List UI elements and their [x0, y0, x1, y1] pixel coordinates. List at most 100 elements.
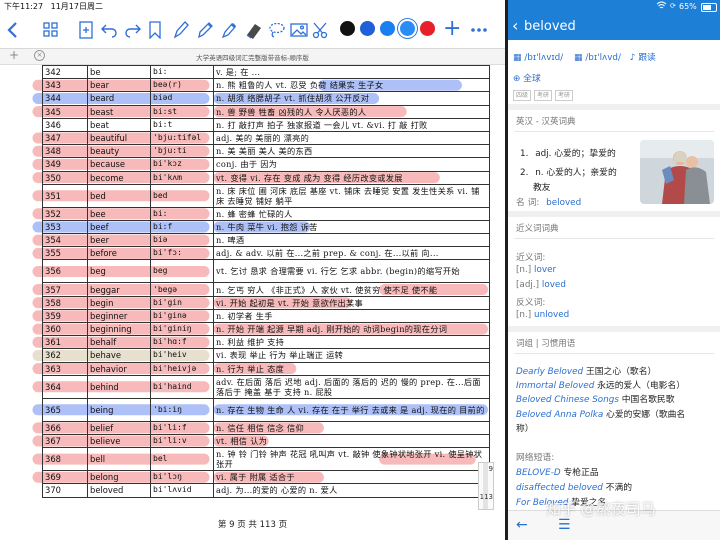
- row-phonetic: bi:: [150, 206, 214, 221]
- row-definition: n. 床 床位 圃 河床 底层 基座 vt. 铺床 去睡觉 安置 发生性关系 v…: [213, 183, 490, 208]
- row-word: behavior: [87, 361, 151, 376]
- color-light-blue-swatch-selected[interactable]: [400, 21, 415, 36]
- web-phrase-zh: 专枪正品: [563, 468, 599, 478]
- row-number: 344: [42, 91, 88, 106]
- mic-icon[interactable]: ♪: [630, 53, 636, 63]
- web-phrase-en[interactable]: BELOVE-D: [516, 468, 561, 478]
- section-title-enzh[interactable]: 英汉 - 汉英词典: [516, 115, 575, 127]
- phonetic-uk[interactable]: /bɪ'lʌvɪd/: [524, 53, 563, 63]
- section-title-phrases[interactable]: 词组 | 习惯用语: [516, 337, 575, 349]
- web-phrases-label: 网络短语:: [516, 453, 555, 463]
- phrase-en[interactable]: Beloved Chinese Songs: [516, 395, 619, 405]
- color-blue-swatch[interactable]: [380, 21, 395, 36]
- pen-tool-icon[interactable]: [172, 19, 190, 41]
- row-phonetic: bel: [150, 447, 214, 472]
- table-row: 369 belong bi'lɔŋ vi. 属于 附属 适合于: [42, 470, 490, 485]
- synonym-link[interactable]: lover: [534, 265, 556, 275]
- row-definition: n. 利益 维护 支持: [213, 335, 490, 350]
- phrase-en[interactable]: Dearly Beloved: [516, 367, 583, 377]
- dictionary-header: ‹ beloved: [508, 14, 720, 40]
- phrase-en[interactable]: Immortal Beloved: [516, 381, 594, 391]
- illustration-image[interactable]: [640, 140, 714, 204]
- list-icon[interactable]: ☰: [558, 517, 571, 533]
- part-of-speech: [adj.]: [516, 280, 540, 290]
- row-word: be: [87, 64, 151, 80]
- row-word: bee: [87, 206, 151, 221]
- row-phonetic: bi'kʌm: [150, 170, 214, 185]
- definition-number: 2.: [520, 168, 529, 178]
- phrase-item[interactable]: Immortal Beloved 永远的爱人（电影名）: [516, 378, 685, 391]
- color-red-swatch[interactable]: [420, 21, 435, 36]
- search-word[interactable]: beloved: [524, 19, 576, 34]
- pencil-tool-icon[interactable]: [196, 19, 214, 41]
- back-chevron-icon[interactable]: ‹: [512, 16, 518, 35]
- web-phrase-item[interactable]: disaffected beloved 不满的: [516, 480, 632, 493]
- marker-tool-icon[interactable]: [220, 19, 238, 41]
- phrase-en[interactable]: Beloved Anna Polka: [516, 410, 603, 420]
- row-word: behind: [87, 374, 151, 399]
- table-row: 367 believe bi'li:v vt. 相信 认为: [42, 433, 490, 449]
- definition-number: 1.: [520, 149, 529, 159]
- noun-link[interactable]: beloved: [546, 198, 581, 208]
- lasso-tool-icon[interactable]: [268, 19, 286, 41]
- row-number: 363: [42, 361, 88, 376]
- row-number: 357: [42, 282, 88, 297]
- image-insert-icon[interactable]: [290, 19, 308, 41]
- add-page-icon[interactable]: [78, 19, 94, 41]
- phonetic-us[interactable]: /bɪ'lʌvd/: [585, 53, 621, 63]
- antonym-link[interactable]: unloved: [534, 310, 569, 320]
- follow-read-button[interactable]: 跟读: [638, 53, 656, 63]
- row-number: 346: [42, 117, 88, 132]
- eraser-tool-icon[interactable]: [244, 19, 264, 41]
- more-options-icon[interactable]: [470, 19, 488, 41]
- row-definition: v. 是; 在 ...: [213, 64, 490, 80]
- document-tab-bar: + × 大学英语四级词汇完整版带音标-顺序版: [0, 48, 505, 65]
- antonym-item[interactable]: [n.] unloved: [516, 310, 569, 320]
- row-word: beat: [87, 117, 151, 132]
- row-word: beg: [87, 259, 151, 284]
- row-definition: adj. 为...的爱的 心爱的 n. 爱人: [213, 483, 490, 498]
- row-phonetic: 'bju:ti: [150, 144, 214, 159]
- web-phrase-item[interactable]: BELOVE-D 专枪正品: [516, 465, 599, 478]
- row-word: beggar: [87, 282, 151, 297]
- row-definition: vi. 开始 起初是 vt. 开始 意欲作出某事: [213, 295, 490, 310]
- phrase-item[interactable]: Dearly Beloved 王国之心（歌名）: [516, 364, 656, 377]
- scroll-thumb[interactable]: [483, 463, 488, 509]
- battery-percent: 65%: [679, 2, 697, 11]
- section-title-synonyms[interactable]: 近义词词典: [516, 222, 559, 234]
- scroll-total-pages: 113: [479, 493, 493, 501]
- bookmark-icon[interactable]: [148, 19, 162, 41]
- pdf-page[interactable]: 342 be bi: v. 是; 在 ... 343 bear beə(r) n. 熊 粗鲁的…: [24, 64, 490, 511]
- redo-icon[interactable]: [124, 19, 142, 41]
- back-arrow-icon[interactable]: ←: [516, 517, 528, 533]
- table-row: 352 bee bi: n. 蜂 密蜂 忙碌的人: [42, 206, 490, 221]
- undo-icon[interactable]: [100, 19, 118, 41]
- phrase-item[interactable]: Beloved Anna Polka 心爱的安娜（歌曲名: [516, 407, 685, 420]
- row-phonetic: bi:f: [150, 219, 214, 235]
- grid-view-icon[interactable]: [42, 19, 60, 41]
- document-title[interactable]: 大学英语四级词汇完整版带音标-顺序版: [0, 52, 505, 62]
- part-of-speech: [n.]: [516, 310, 532, 320]
- row-number: 342: [42, 64, 88, 80]
- global-link[interactable]: ⊕ 全球: [513, 71, 541, 84]
- row-definition: n. 乞丐 穷人 《非正式》人 家伙 vt. 使贫穷 使不足 使不能: [213, 282, 490, 297]
- scissors-icon[interactable]: [312, 19, 330, 41]
- row-word: beard: [87, 91, 151, 106]
- row-number: 362: [42, 348, 88, 363]
- web-phrase-en[interactable]: disaffected beloved: [516, 483, 603, 493]
- row-definition: n. 兽 野兽 牲畜 凶残的人 令人厌恶的人: [213, 104, 490, 119]
- row-definition: n. 打 敲打声 拍子 独家报道 一会儿 vt. &vi. 打 敲 打败: [213, 117, 490, 132]
- synonym-item[interactable]: [n.] lover: [516, 265, 556, 275]
- synonym-link[interactable]: loved: [542, 280, 566, 290]
- page-scroll-indicator[interactable]: 9 113: [478, 462, 494, 510]
- exam-tag: 四级: [513, 90, 532, 101]
- add-color-icon[interactable]: +: [443, 16, 461, 41]
- synonym-item[interactable]: [adj.] loved: [516, 280, 566, 290]
- row-number: 358: [42, 295, 88, 310]
- color-black-swatch[interactable]: [340, 21, 355, 36]
- color-dark-blue-swatch[interactable]: [360, 21, 375, 36]
- back-chevron-icon[interactable]: [6, 19, 20, 41]
- row-word: beginner: [87, 308, 151, 324]
- table-row: 351 bed bed n. 床 床位 圃 河床 底层 基座 vt. 铺床 去睡觉 安…: [42, 183, 490, 208]
- phrase-item[interactable]: Beloved Chinese Songs 中国名歌民歌: [516, 392, 675, 405]
